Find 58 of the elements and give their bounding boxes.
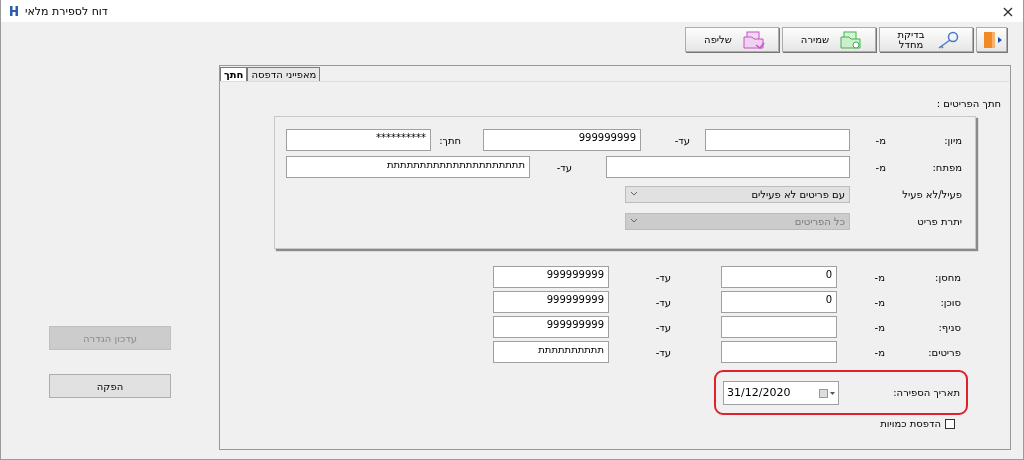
checkbox-label: הדפסת כמויות — [880, 418, 941, 429]
field-label: מ- — [874, 161, 887, 173]
exit-button[interactable] — [976, 27, 1007, 52]
field-label: מ- — [873, 296, 886, 308]
input-field[interactable]: 0 — [721, 266, 837, 288]
field-label: פעיל/לא פעיל — [901, 188, 963, 200]
toolbar-button[interactable]: בדיקת מחדל — [879, 27, 973, 52]
exit-door-icon — [981, 30, 1002, 49]
field-label: מ- — [873, 346, 886, 358]
input-field[interactable]: 999999999 — [493, 316, 609, 338]
field-label: סניף: — [937, 321, 961, 333]
folder-check-icon — [840, 30, 862, 49]
tab[interactable]: חתך — [220, 67, 248, 81]
input-field[interactable]: תתתתתתתתתתתתתתתתתתתתת — [286, 156, 530, 178]
chevron-down-icon — [630, 191, 638, 197]
date-value: 31/12/2020 — [727, 386, 791, 399]
dropdown[interactable]: עם פריטים לא פעילים — [625, 185, 850, 203]
field-label: עד- — [654, 271, 672, 283]
field-label: חתך: — [438, 134, 462, 146]
input-field[interactable] — [606, 156, 850, 178]
field-label: מ- — [873, 321, 886, 333]
checkbox[interactable] — [945, 418, 955, 429]
input-field[interactable]: 999999999 — [483, 129, 641, 151]
field-label: סוכן: — [939, 296, 961, 308]
action-button[interactable]: הפקה — [49, 374, 171, 398]
field-label: מיון: — [943, 134, 963, 146]
field-label: מ- — [874, 134, 887, 146]
close-button[interactable]: × — [993, 1, 1023, 21]
input-field[interactable] — [705, 129, 850, 151]
field-label: עד- — [654, 321, 672, 333]
toolbar-button[interactable]: שמירה — [782, 27, 876, 52]
input-field[interactable]: 999999999 — [493, 266, 609, 288]
field-label: מחסן: — [934, 271, 961, 283]
field-label: תאריך הספירה: — [892, 387, 960, 398]
field-label: עד- — [555, 161, 573, 173]
field-label: עד- — [673, 134, 691, 146]
field-label: מ- — [873, 271, 886, 283]
input-field[interactable]: 0 — [721, 291, 837, 313]
toolbar-button[interactable]: שליפה — [685, 27, 779, 52]
input-field[interactable]: תתתתתתתתתת — [493, 341, 609, 363]
tab[interactable]: מאפייני הדפסה — [247, 67, 321, 81]
window-title: דוח לספירת מלאי — [25, 4, 109, 18]
field-label: מפתח: — [931, 161, 963, 173]
date-picker[interactable]: 31/12/2020 — [723, 380, 839, 405]
input-field[interactable] — [721, 316, 837, 338]
calendar-icon — [819, 387, 835, 398]
input-field[interactable] — [721, 341, 837, 363]
field-label: פריטים: — [927, 346, 961, 358]
section-label: חתך הפריטים : — [935, 98, 1001, 111]
app-logo-icon — [9, 5, 19, 17]
field-label: יתרת פריט — [916, 215, 963, 227]
folder-arrow-icon — [743, 30, 765, 49]
input-field[interactable]: ********** — [286, 129, 431, 151]
field-label: עד- — [654, 346, 672, 358]
chevron-down-icon — [630, 218, 638, 224]
input-field[interactable]: 999999999 — [493, 291, 609, 313]
field-label: עד- — [654, 296, 672, 308]
key-icon — [936, 30, 960, 49]
